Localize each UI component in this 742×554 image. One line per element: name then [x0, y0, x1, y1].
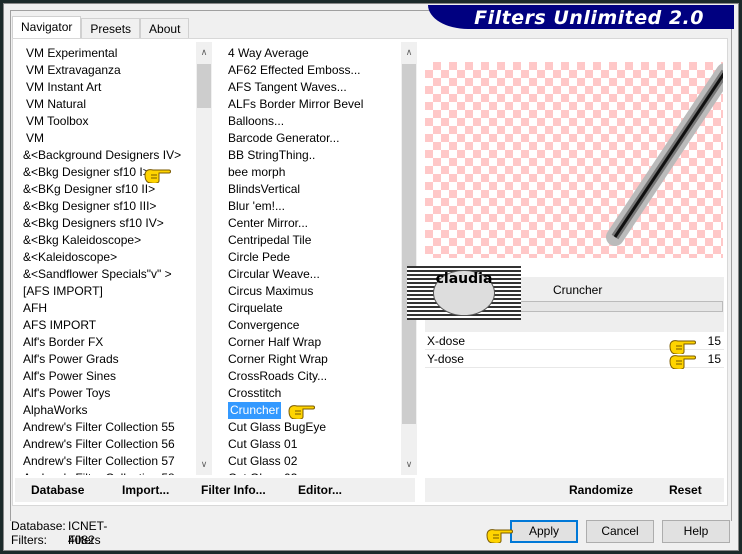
- filter-list[interactable]: Cut Glass 03Cut Glass 02Cut Glass 01Cut …: [220, 42, 418, 475]
- scroll-thumb[interactable]: [197, 64, 211, 108]
- param-label: Y-dose: [427, 352, 464, 366]
- preview-image: [425, 62, 723, 258]
- scroll-down-icon[interactable]: ∨: [401, 456, 417, 473]
- randomize-button[interactable]: Randomize: [569, 483, 633, 497]
- param-value[interactable]: 15: [708, 351, 721, 368]
- right-button-bar: Randomize Reset: [425, 478, 724, 502]
- category-item[interactable]: Andrew's Filter Collection 57: [23, 453, 175, 470]
- filter-item[interactable]: Cruncher: [228, 402, 282, 419]
- category-item[interactable]: [AFS IMPORT]: [23, 283, 103, 300]
- category-item[interactable]: AFS IMPORT: [23, 317, 96, 334]
- filter-item[interactable]: Centripedal Tile: [228, 232, 311, 249]
- pointer-hand-icon: [144, 169, 171, 183]
- filter-item[interactable]: Cut Glass BugEye: [228, 419, 326, 436]
- tab-about[interactable]: About: [140, 18, 190, 38]
- filter-name-label: Cruncher: [553, 283, 603, 297]
- filter-item[interactable]: Barcode Generator...: [228, 130, 339, 147]
- pointer-hand-icon: [486, 529, 513, 543]
- param-value[interactable]: 15: [708, 333, 721, 350]
- filter-item[interactable]: 4 Way Average: [228, 45, 309, 62]
- apply-button[interactable]: Apply: [510, 520, 578, 543]
- filter-item[interactable]: bee morph: [228, 164, 285, 181]
- scroll-up-icon[interactable]: ∧: [401, 44, 417, 61]
- import-button[interactable]: Import...: [122, 483, 169, 497]
- category-item[interactable]: Alf's Power Toys: [23, 385, 110, 402]
- filter-scrollbar[interactable]: ∧ ∨: [401, 42, 417, 475]
- filter-item[interactable]: AFS Tangent Waves...: [228, 79, 347, 96]
- tab-bar: Navigator Presets About: [12, 16, 190, 38]
- category-item[interactable]: &<Sandflower Specials"v" >: [23, 266, 172, 283]
- category-item[interactable]: VM Natural: [26, 96, 86, 113]
- filter-item[interactable]: CrossRoads City...: [228, 368, 327, 385]
- category-item[interactable]: Andrew's Filter Collection 56: [23, 436, 175, 453]
- category-item[interactable]: Alf's Power Sines: [23, 368, 116, 385]
- filter-info-button[interactable]: Filter Info...: [201, 483, 266, 497]
- claudia-watermark: claudia: [407, 266, 521, 320]
- category-item[interactable]: VM Experimental: [26, 45, 117, 62]
- tab-navigator[interactable]: Navigator: [12, 16, 82, 38]
- filters-count: 4082: [68, 533, 95, 547]
- left-button-bar: Database Import... Filter Info... Editor…: [15, 478, 415, 502]
- filter-item[interactable]: Cirquelate: [228, 300, 283, 317]
- tab-presets[interactable]: Presets: [81, 18, 141, 38]
- filter-item[interactable]: Circular Weave...: [228, 266, 320, 283]
- category-item[interactable]: &<Bkg Designer sf10 III>: [23, 198, 156, 215]
- scroll-up-icon[interactable]: ∧: [196, 44, 212, 61]
- category-item[interactable]: Andrew's Filter Collection 55: [23, 419, 175, 436]
- filter-item[interactable]: Cut Glass 01: [228, 436, 297, 453]
- pointer-hand-icon: [288, 405, 315, 419]
- database-button[interactable]: Database: [31, 483, 84, 497]
- category-scrollbar[interactable]: ∧ ∨: [196, 42, 212, 475]
- category-item[interactable]: &<BKg Designer sf10 II>: [23, 181, 155, 198]
- category-item[interactable]: Andrew's Filter Collection 58: [23, 470, 175, 475]
- filter-item[interactable]: Convergence: [228, 317, 299, 334]
- filter-item[interactable]: Cut Glass 03: [228, 470, 297, 475]
- database-label: Database:: [11, 519, 66, 533]
- pointer-hand-icon: [669, 340, 696, 354]
- category-item[interactable]: AFH: [23, 300, 47, 317]
- category-item[interactable]: &<Bkg Designer sf10 I>: [23, 164, 150, 181]
- category-item[interactable]: &<Bkg Designers sf10 IV>: [23, 215, 164, 232]
- filter-item[interactable]: AF62 Effected Emboss...: [228, 62, 361, 79]
- watermark-text: claudia: [433, 270, 495, 316]
- category-item[interactable]: &<Background Designers IV>: [23, 147, 181, 164]
- reset-button[interactable]: Reset: [669, 483, 702, 497]
- filter-item[interactable]: Corner Right Wrap: [228, 351, 328, 368]
- filter-item[interactable]: Cut Glass 02: [228, 453, 297, 470]
- filter-item[interactable]: Balloons...: [228, 113, 284, 130]
- help-button[interactable]: Help: [662, 520, 730, 543]
- app-title-banner: Filters Unlimited 2.0: [428, 5, 734, 29]
- status-area: Database: ICNET-Filters Filters: 4082: [11, 519, 107, 547]
- category-item[interactable]: VM Extravaganza: [26, 62, 121, 79]
- filter-item[interactable]: Center Mirror...: [228, 215, 308, 232]
- filter-item[interactable]: Circle Pede: [228, 249, 290, 266]
- filter-item[interactable]: Corner Half Wrap: [228, 334, 321, 351]
- category-item[interactable]: &<Kaleidoscope>: [23, 249, 117, 266]
- filters-label: Filters:: [11, 533, 47, 547]
- editor-button[interactable]: Editor...: [298, 483, 342, 497]
- preview-stroke: [606, 63, 723, 246]
- filter-item[interactable]: BlindsVertical: [228, 181, 300, 198]
- filter-item[interactable]: Crosstitch: [228, 385, 281, 402]
- filter-item[interactable]: BB StringThing..: [228, 147, 315, 164]
- category-item[interactable]: VM: [26, 130, 44, 147]
- filter-item[interactable]: Blur 'em!...: [228, 198, 285, 215]
- pointer-hand-icon: [669, 355, 696, 369]
- scroll-down-icon[interactable]: ∨: [196, 456, 212, 473]
- cancel-button[interactable]: Cancel: [586, 520, 654, 543]
- filter-item[interactable]: Circus Maximus: [228, 283, 313, 300]
- category-item[interactable]: VM Instant Art: [26, 79, 101, 96]
- category-item[interactable]: VM Toolbox: [26, 113, 88, 130]
- category-list[interactable]: Andrew's Filter Collection 58Andrew's Fi…: [15, 42, 212, 475]
- param-label: X-dose: [427, 334, 466, 348]
- category-item[interactable]: &<Bkg Kaleidoscope>: [23, 232, 141, 249]
- category-item[interactable]: Alf's Power Grads: [23, 351, 119, 368]
- category-item[interactable]: AlphaWorks: [23, 402, 87, 419]
- scroll-thumb[interactable]: [402, 64, 416, 424]
- filter-item[interactable]: ALFs Border Mirror Bevel: [228, 96, 363, 113]
- category-item[interactable]: Alf's Border FX: [23, 334, 103, 351]
